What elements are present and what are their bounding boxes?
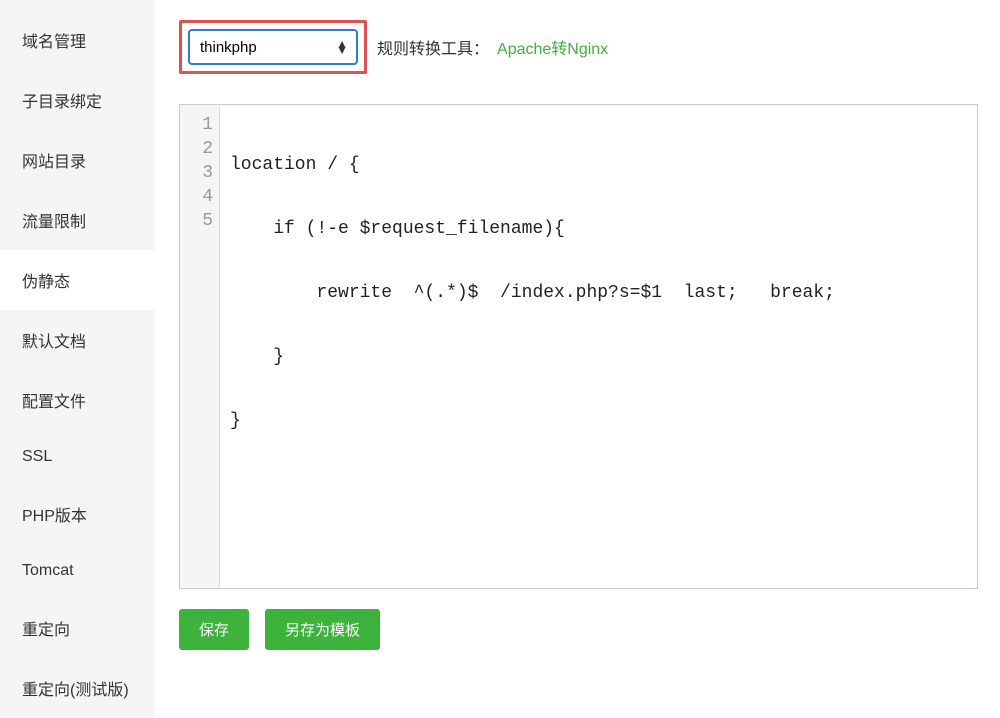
sidebar-item-redirect[interactable]: 重定向 [0,598,154,658]
sidebar: 域名管理 子目录绑定 网站目录 流量限制 伪静态 默认文档 配置文件 SSL P… [0,0,154,658]
button-row: 保存 另存为模板 [179,609,978,650]
apache-to-nginx-link[interactable]: Apache转Nginx [497,35,608,59]
template-select-wrap: thinkphp ▲▼ [188,29,358,65]
code-line: rewrite ^(.*)$ /index.php?s=$1 last; bre… [230,281,967,305]
code-line: location / { [230,153,967,177]
line-number: 1 [180,113,213,137]
line-number: 2 [180,137,213,161]
code-editor[interactable]: 1 2 3 4 5 location / { if (!-e $request_… [179,104,978,589]
save-button[interactable]: 保存 [179,609,249,650]
line-number: 3 [180,161,213,185]
sidebar-item-default-doc[interactable]: 默认文档 [0,310,154,370]
select-highlight-annotation: thinkphp ▲▼ [179,20,367,74]
sidebar-item-subdir[interactable]: 子目录绑定 [0,70,154,130]
template-select[interactable]: thinkphp [188,29,358,65]
main-panel: thinkphp ▲▼ 规则转换工具： Apache转Nginx 1 2 3 4… [154,0,1000,658]
sidebar-item-ssl[interactable]: SSL [0,430,154,484]
code-line: if (!-e $request_filename){ [230,217,967,241]
code-line: } [230,345,967,369]
sidebar-item-tomcat[interactable]: Tomcat [0,544,154,598]
code-line: } [230,409,967,433]
sidebar-item-php-version[interactable]: PHP版本 [0,484,154,544]
line-number: 4 [180,185,213,209]
sidebar-item-traffic-limit[interactable]: 流量限制 [0,190,154,250]
editor-gutter: 1 2 3 4 5 [180,105,220,588]
sidebar-item-redirect-beta[interactable]: 重定向(测试版) [0,658,154,718]
rule-convert-label: 规则转换工具： [377,35,489,59]
sidebar-item-config-file[interactable]: 配置文件 [0,370,154,430]
toolbar: thinkphp ▲▼ 规则转换工具： Apache转Nginx [179,20,978,74]
save-as-template-button[interactable]: 另存为模板 [265,609,380,650]
editor-content[interactable]: location / { if (!-e $request_filename){… [220,105,977,588]
sidebar-item-rewrite[interactable]: 伪静态 [0,250,154,310]
sidebar-item-domain[interactable]: 域名管理 [0,10,154,70]
sidebar-item-site-dir[interactable]: 网站目录 [0,130,154,190]
line-number: 5 [180,209,213,233]
